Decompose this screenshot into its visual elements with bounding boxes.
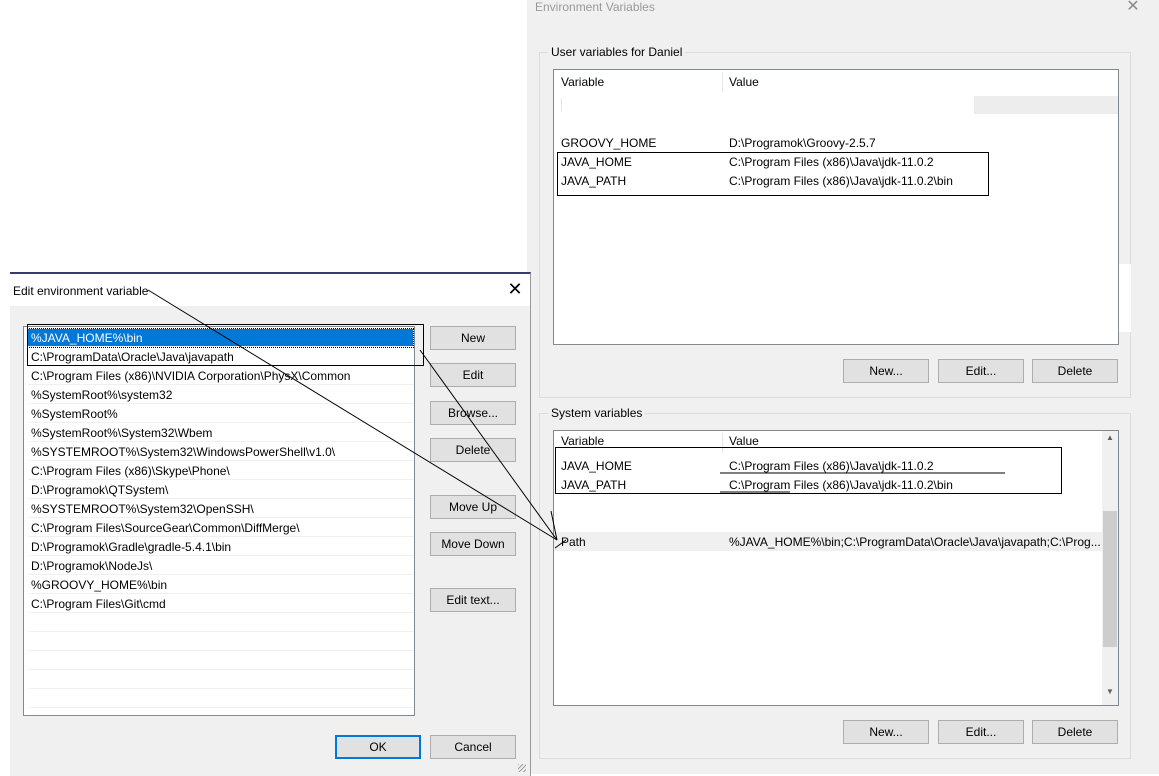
annotation-line bbox=[419, 349, 558, 541]
annotation-arrow-tick bbox=[554, 539, 567, 549]
annotation-line bbox=[147, 289, 558, 541]
annotation-lines bbox=[147, 289, 1005, 549]
